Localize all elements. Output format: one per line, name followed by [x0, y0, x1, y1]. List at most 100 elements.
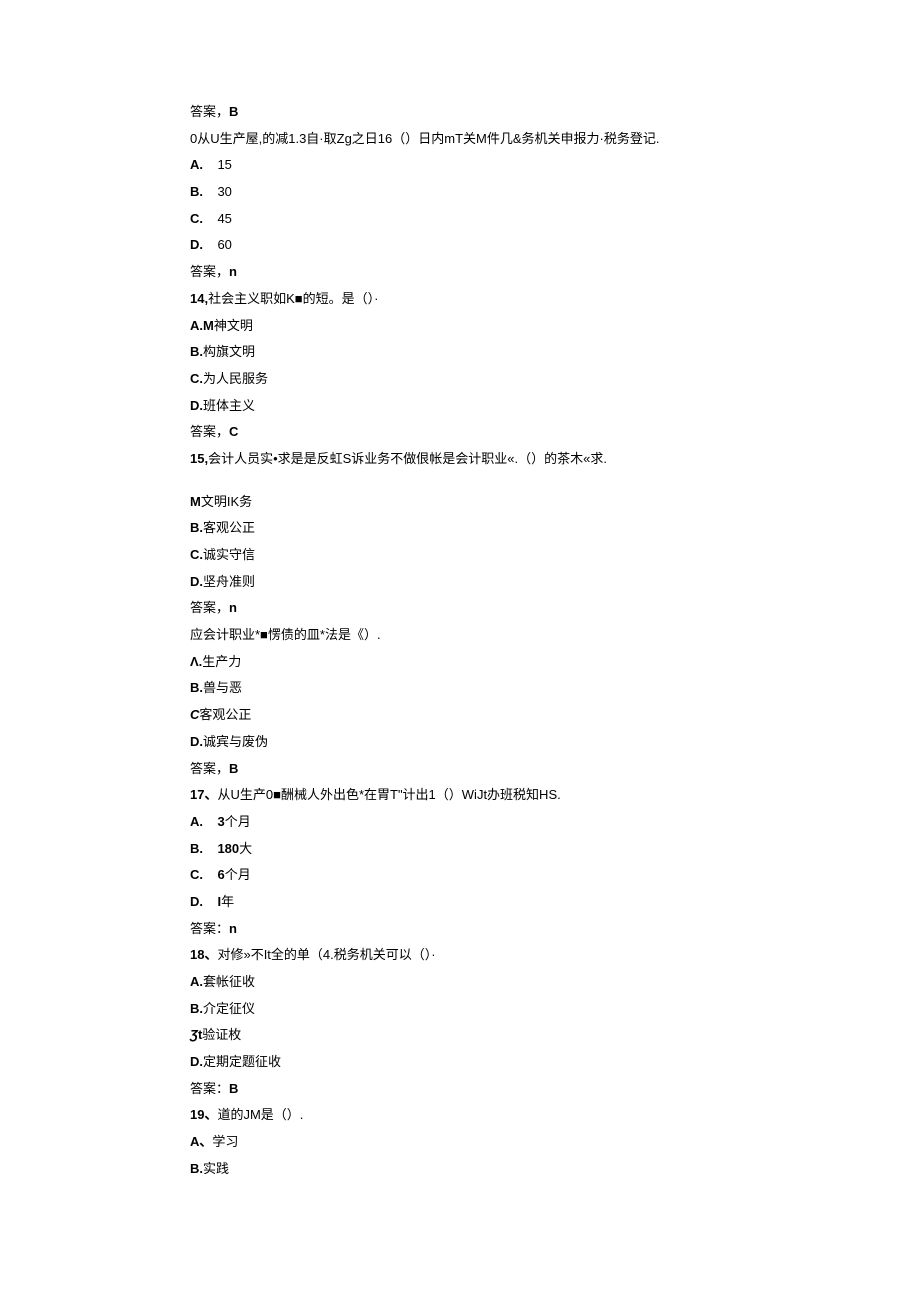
option-label: D. — [190, 570, 203, 595]
option-line: C. 45 — [190, 207, 730, 232]
option-line: D.坚舟准则 — [190, 570, 730, 595]
option-value: 45 — [217, 211, 231, 226]
question-number: 15, — [190, 451, 208, 466]
option-label: A、 — [190, 1130, 212, 1155]
option-line: D. 60 — [190, 233, 730, 258]
option-value: 介定征仪 — [203, 1001, 255, 1016]
option-value: 180 — [217, 841, 239, 856]
question-number: 19、 — [190, 1107, 217, 1122]
option-label: C. — [190, 367, 203, 392]
text-content: 答案， — [190, 104, 229, 119]
option-value: 15 — [217, 157, 231, 172]
option-value: 构旗文明 — [203, 344, 255, 359]
answer-value: B — [229, 761, 238, 776]
text-content: 答案， — [190, 761, 229, 776]
text-content: 答案： — [190, 921, 229, 936]
option-line: A. 15 — [190, 153, 730, 178]
option-line: B.介定征仪 — [190, 997, 730, 1022]
option-line: Ʒt验证枚 — [190, 1023, 730, 1048]
gap — [203, 814, 217, 829]
option-label: C — [190, 703, 199, 728]
option-line: D.定期定题征收 — [190, 1050, 730, 1075]
gap — [203, 894, 217, 909]
answer-value: B — [229, 104, 238, 119]
answer-value: B — [229, 1081, 238, 1096]
option-value: 生产力 — [202, 654, 241, 669]
text-line: 答案，C — [190, 420, 730, 445]
option-label: B. — [190, 516, 203, 541]
option-value: 30 — [217, 184, 231, 199]
option-line: M文明IK务 — [190, 490, 730, 515]
gap — [203, 237, 217, 252]
option-label: B. — [190, 997, 203, 1022]
text-line: 14,社会主义职如K■的短。是（）· — [190, 287, 730, 312]
option-line: B.客观公正 — [190, 516, 730, 541]
option-line: Λ.生产力 — [190, 650, 730, 675]
text-line — [190, 474, 730, 488]
option-value: 文明IK务 — [201, 494, 252, 509]
option-value-tail: 个月 — [225, 814, 251, 829]
option-line: D. I年 — [190, 890, 730, 915]
option-label: B. — [190, 837, 203, 862]
option-value-tail: 个月 — [225, 867, 251, 882]
option-label: C. — [190, 543, 203, 568]
option-label: D. — [190, 730, 203, 755]
option-label: B. — [190, 1157, 203, 1182]
option-line: B. 180大 — [190, 837, 730, 862]
option-line: C客观公正 — [190, 703, 730, 728]
option-label: A. — [190, 810, 203, 835]
option-value: 定期定题征收 — [203, 1054, 281, 1069]
text-content: 道的JM是（）. — [217, 1107, 303, 1122]
text-content: 答案： — [190, 1081, 229, 1096]
text-content: 社会主义职如K■的短。是（）· — [208, 291, 378, 306]
option-label: D. — [190, 1050, 203, 1075]
option-label: B. — [190, 676, 203, 701]
option-line: C. 6个月 — [190, 863, 730, 888]
document-body: 答案，B0从U生产屋,的减1.3自·取Zg之日16（）日内mT关M件几&务机关申… — [190, 100, 730, 1182]
option-line: A、学习 — [190, 1130, 730, 1155]
option-label: D. — [190, 394, 203, 419]
text-content: 答案， — [190, 424, 229, 439]
text-line: 答案，B — [190, 100, 730, 125]
option-line: B. 30 — [190, 180, 730, 205]
gap — [203, 841, 217, 856]
text-line: 答案，n — [190, 596, 730, 621]
text-line: 17、从U生产0■酬械人外出色*在胃T"计出1（）WiJt办班税知HS. — [190, 783, 730, 808]
question-number: 14, — [190, 291, 208, 306]
option-line: B.构旗文明 — [190, 340, 730, 365]
option-value: 诚实守信 — [203, 547, 255, 562]
option-label: D. — [190, 233, 203, 258]
option-value: 60 — [217, 237, 231, 252]
option-label: A. — [190, 153, 203, 178]
option-value: 为人民服务 — [203, 371, 268, 386]
option-label: A.M — [190, 314, 214, 339]
answer-value: C — [229, 424, 238, 439]
text-line: 18、对修»不It全的单（4.税务机关可以（）· — [190, 943, 730, 968]
option-line: C.诚实守信 — [190, 543, 730, 568]
option-line: B.实践 — [190, 1157, 730, 1182]
option-value: 6 — [217, 867, 224, 882]
option-label: B. — [190, 340, 203, 365]
text-line: 15,会计人员实•求是是反虹S诉业务不做佷帐是会计职业«.（）的茶木«求. — [190, 447, 730, 472]
option-line: D.诚宾与废伪 — [190, 730, 730, 755]
option-line: A. 3个月 — [190, 810, 730, 835]
option-value: 兽与恶 — [203, 680, 242, 695]
option-line: A.套帐征收 — [190, 970, 730, 995]
text-line: 答案，n — [190, 260, 730, 285]
option-label: Ʒ — [190, 1023, 198, 1048]
question-number: 18、 — [190, 947, 217, 962]
text-content: 从U生产0■酬械人外出色*在胃T"计出1（）WiJt办班税知HS. — [217, 787, 560, 802]
text-line: 答案：n — [190, 917, 730, 942]
answer-value: n — [229, 600, 237, 615]
text-line: 答案：B — [190, 1077, 730, 1102]
option-value: 神文明 — [214, 318, 253, 333]
option-value: 客观公正 — [203, 520, 255, 535]
text-content: 会计人员实•求是是反虹S诉业务不做佷帐是会计职业«.（）的茶木«求. — [208, 451, 607, 466]
option-line: A.M神文明 — [190, 314, 730, 339]
text-content: 0从U生产屋,的减1.3自·取Zg之日16（）日内mT关M件几&务机关申报力·税… — [190, 131, 659, 146]
text-line: 0从U生产屋,的减1.3自·取Zg之日16（）日内mT关M件几&务机关申报力·税… — [190, 127, 730, 152]
text-line: 答案，B — [190, 757, 730, 782]
option-value-tail: 年 — [221, 894, 234, 909]
option-line: D.班体主义 — [190, 394, 730, 419]
option-line: B.兽与恶 — [190, 676, 730, 701]
